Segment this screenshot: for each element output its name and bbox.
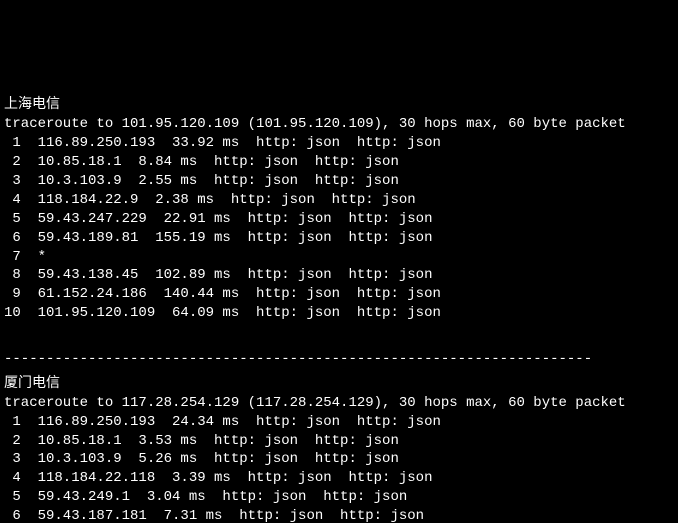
separator-line: ----------------------------------------… — [4, 350, 674, 369]
hop-row: 2 10.85.18.1 8.84 ms http: json http: js… — [4, 153, 674, 172]
hop-row: 5 59.43.249.1 3.04 ms http: json http: j… — [4, 488, 674, 507]
hop-list-1: 1 116.89.250.193 24.34 ms http: json htt… — [4, 413, 674, 523]
block-title-0: 上海电信 — [4, 97, 60, 113]
terminal-output: 上海电信 traceroute to 101.95.120.109 (101.9… — [0, 94, 678, 523]
traceroute-header-0: traceroute to 101.95.120.109 (101.95.120… — [4, 116, 626, 132]
block-title-1: 厦门电信 — [4, 376, 60, 392]
hop-row: 8 59.43.138.45 102.89 ms http: json http… — [4, 266, 674, 285]
hop-row: 4 118.184.22.9 2.38 ms http: json http: … — [4, 191, 674, 210]
traceroute-header-1: traceroute to 117.28.254.129 (117.28.254… — [4, 395, 626, 411]
hop-row: 3 10.3.103.9 2.55 ms http: json http: js… — [4, 172, 674, 191]
hop-row: 2 10.85.18.1 3.53 ms http: json http: js… — [4, 432, 674, 451]
hop-row: 6 59.43.189.81 155.19 ms http: json http… — [4, 229, 674, 248]
hop-row: 1 116.89.250.193 33.92 ms http: json htt… — [4, 134, 674, 153]
hop-row: 6 59.43.187.181 7.31 ms http: json http:… — [4, 507, 674, 523]
hop-list-0: 1 116.89.250.193 33.92 ms http: json htt… — [4, 134, 674, 323]
hop-row: 1 116.89.250.193 24.34 ms http: json htt… — [4, 413, 674, 432]
hop-row: 9 61.152.24.186 140.44 ms http: json htt… — [4, 285, 674, 304]
hop-row: 10 101.95.120.109 64.09 ms http: json ht… — [4, 304, 674, 323]
hop-row: 7 * — [4, 248, 674, 267]
hop-row: 5 59.43.247.229 22.91 ms http: json http… — [4, 210, 674, 229]
hop-row: 3 10.3.103.9 5.26 ms http: json http: js… — [4, 450, 674, 469]
hop-row: 4 118.184.22.118 3.39 ms http: json http… — [4, 469, 674, 488]
